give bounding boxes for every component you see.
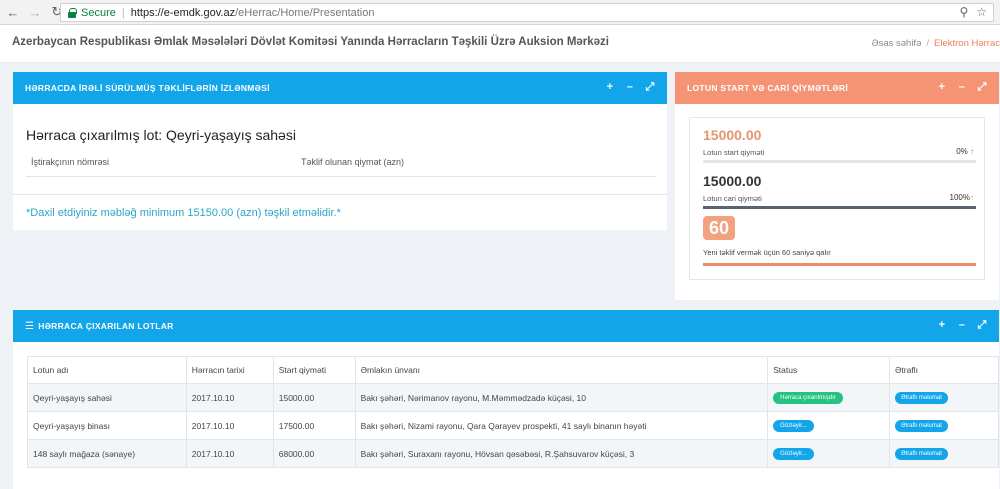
lot-price-cell: 68000.00 bbox=[272, 439, 356, 468]
arrow-up-icon: ↑ bbox=[970, 193, 974, 202]
bids-panel: HƏRRACDA İRƏLİ SÜRÜLMÜŞ TƏKLİFLƏRİN İZLƏ… bbox=[13, 72, 667, 230]
breadcrumb-current: Elektron Hərrac bbox=[934, 38, 1000, 49]
bookmark-star-icon[interactable]: ☆ bbox=[976, 5, 987, 19]
url-host: https://e-emdk.gov.az bbox=[130, 6, 236, 19]
lot-name-cell: 148 saylı mağaza (sənaye) bbox=[27, 439, 187, 468]
table-row: Qeyri-yaşayış sahəsi 2017.10.10 15000.00… bbox=[27, 383, 999, 412]
expand-icon[interactable]: ⤢ bbox=[977, 81, 987, 93]
details-button[interactable]: Ətraflı məlumat bbox=[895, 392, 948, 404]
status-badge[interactable]: Gözləyir... bbox=[773, 420, 814, 432]
table-row: 148 saylı mağaza (sənaye) 2017.10.10 680… bbox=[27, 439, 999, 468]
bids-panel-header: HƏRRACDA İRƏLİ SÜRÜLMÜŞ TƏKLİFLƏRİN İZLƏ… bbox=[13, 72, 667, 104]
participant-column-label: İştirakçının nömrəsi bbox=[31, 157, 110, 167]
address-bar[interactable]: Secure | https://e-emdk.gov.az/eHerrac/H… bbox=[60, 3, 994, 22]
col-header-start-price[interactable]: Start qiyməti bbox=[272, 356, 356, 384]
current-price-value: 15000.00 bbox=[703, 173, 762, 189]
countdown-progress-fill bbox=[703, 263, 976, 266]
lot-address-cell: Bakı şəhəri, Nərimanov rayonu, M.Məmmədz… bbox=[354, 383, 769, 412]
lots-panel-title: HƏRRACA ÇIXARILAN LOTLAR bbox=[38, 321, 174, 331]
lot-name-cell: Qeyri-yaşayış sahəsi bbox=[27, 383, 187, 412]
offer-column-label: Təklif olunan qiymət (azn) bbox=[301, 157, 405, 167]
expand-icon[interactable]: ⤢ bbox=[645, 81, 655, 93]
back-icon[interactable]: ← bbox=[4, 3, 22, 21]
price-panel-header: LOTUN START VƏ CARİ QİYMƏTLƏRİ + – ⤢ bbox=[675, 72, 999, 104]
secure-label: Secure bbox=[81, 6, 116, 19]
col-header-status[interactable]: Status bbox=[767, 356, 891, 384]
forward-icon[interactable]: → bbox=[26, 3, 44, 21]
lot-detail-cell: Ətraflı məlumat bbox=[889, 439, 999, 468]
plus-icon[interactable]: + bbox=[937, 319, 947, 331]
col-header-address[interactable]: Əmlakın ünvanı bbox=[354, 356, 769, 384]
breadcrumb-separator: / bbox=[926, 38, 929, 49]
start-percent-value: 0% bbox=[956, 147, 968, 156]
col-header-lot-name[interactable]: Lotun adı bbox=[27, 356, 187, 384]
browser-toolbar: ← → ↻ Secure | https://e-emdk.gov.az/eHe… bbox=[0, 0, 1000, 25]
lot-date-cell: 2017.10.10 bbox=[185, 411, 274, 440]
zoom-search-icon[interactable]: ⚲ bbox=[959, 5, 968, 19]
details-button[interactable]: Ətraflı məlumat bbox=[895, 420, 948, 432]
lot-price-cell: 15000.00 bbox=[272, 383, 356, 412]
expand-icon[interactable]: ⤢ bbox=[977, 319, 987, 331]
arrow-up-icon: ↑ bbox=[970, 147, 974, 156]
lot-address-cell: Bakı şəhəri, Suraxanı rayonu, Hövsan qəs… bbox=[354, 439, 769, 468]
current-percent-value: 100% bbox=[949, 193, 970, 202]
table-row: Qeyri-yaşayış binası 2017.10.10 17500.00… bbox=[27, 411, 999, 440]
price-panel: LOTUN START VƏ CARİ QİYMƏTLƏRİ + – ⤢ 150… bbox=[675, 72, 999, 300]
minus-icon[interactable]: – bbox=[625, 81, 635, 93]
current-percent: 100%↑ bbox=[950, 193, 974, 202]
countdown-progress-track bbox=[703, 263, 976, 266]
minus-icon[interactable]: – bbox=[957, 81, 967, 93]
start-progress-track bbox=[703, 160, 976, 163]
lot-status-cell: Hərraca çıxarılmışdır bbox=[767, 383, 891, 412]
lot-status-cell: Gözləyir... bbox=[767, 439, 891, 468]
lot-detail-cell: Ətraflı məlumat bbox=[889, 383, 999, 412]
lot-date-cell: 2017.10.10 bbox=[185, 439, 274, 468]
status-badge[interactable]: Gözləyir... bbox=[773, 448, 814, 460]
col-header-details[interactable]: Ətraflı bbox=[889, 356, 999, 384]
url-path: /eHerrac/Home/Presentation bbox=[235, 6, 375, 19]
start-price-value: 15000.00 bbox=[703, 127, 762, 143]
minus-icon[interactable]: – bbox=[957, 319, 967, 331]
bids-divider-2 bbox=[13, 194, 667, 195]
list-icon: ☰ bbox=[25, 320, 35, 332]
bids-divider-1 bbox=[26, 176, 656, 177]
col-header-date[interactable]: Hərracın tarixi bbox=[185, 356, 274, 384]
lots-table: Lotun adı Hərracın tarixi Start qiyməti … bbox=[27, 356, 999, 468]
countdown-label: Yeni təklif vermək üçün 60 saniyə qalır bbox=[703, 248, 831, 257]
page-title: Azerbaycan Respublikası Əmlak Məsələləri… bbox=[12, 36, 610, 48]
lot-address-cell: Bakı şəhəri, Nizami rayonu, Qara Qarayev… bbox=[354, 411, 769, 440]
lot-title: Hərraca çıxarılmış lot: Qeyri-yaşayış sa… bbox=[26, 127, 296, 143]
lock-icon bbox=[67, 7, 77, 18]
plus-icon[interactable]: + bbox=[605, 81, 615, 93]
address-separator: | bbox=[121, 6, 125, 19]
minimum-bid-notice: *Daxil etdiyiniz məbləğ minimum 15150.00… bbox=[26, 207, 341, 219]
start-percent: 0% ↑ bbox=[956, 147, 974, 156]
breadcrumb-home-link[interactable]: Əsas səhifə bbox=[871, 38, 921, 49]
current-progress-track bbox=[703, 206, 976, 209]
lot-detail-cell: Ətraflı məlumat bbox=[889, 411, 999, 440]
lots-panel-header: ☰ HƏRRACA ÇIXARILAN LOTLAR + – ⤢ bbox=[13, 310, 999, 342]
lot-name-cell: Qeyri-yaşayış binası bbox=[27, 411, 187, 440]
bids-panel-title: HƏRRACDA İRƏLİ SÜRÜLMÜŞ TƏKLİFLƏRİN İZLƏ… bbox=[25, 83, 270, 93]
details-button[interactable]: Ətraflı məlumat bbox=[895, 448, 948, 460]
start-price-label: Lotun start qiyməti bbox=[703, 148, 765, 157]
page-header: Azerbaycan Respublikası Əmlak Məsələləri… bbox=[0, 25, 1000, 63]
current-price-label: Lotun cari qiyməti bbox=[703, 194, 762, 203]
lot-status-cell: Gözləyir... bbox=[767, 411, 891, 440]
price-panel-title: LOTUN START VƏ CARİ QİYMƏTLƏRİ bbox=[687, 83, 848, 93]
lots-table-header-row: Lotun adı Hərracın tarixi Start qiyməti … bbox=[27, 356, 999, 384]
plus-icon[interactable]: + bbox=[937, 81, 947, 93]
countdown-badge: 60 bbox=[703, 216, 735, 240]
current-progress-fill bbox=[703, 206, 976, 209]
price-stats-box: 15000.00 Lotun start qiyməti 0% ↑ 15000.… bbox=[689, 117, 985, 280]
lots-panel: ☰ HƏRRACA ÇIXARILAN LOTLAR + – ⤢ Lotun a… bbox=[13, 310, 999, 489]
lot-date-cell: 2017.10.10 bbox=[185, 383, 274, 412]
breadcrumb: Əsas səhifə / Elektron Hərrac bbox=[871, 38, 1000, 49]
status-badge[interactable]: Hərraca çıxarılmışdır bbox=[773, 392, 843, 404]
lot-price-cell: 17500.00 bbox=[272, 411, 356, 440]
